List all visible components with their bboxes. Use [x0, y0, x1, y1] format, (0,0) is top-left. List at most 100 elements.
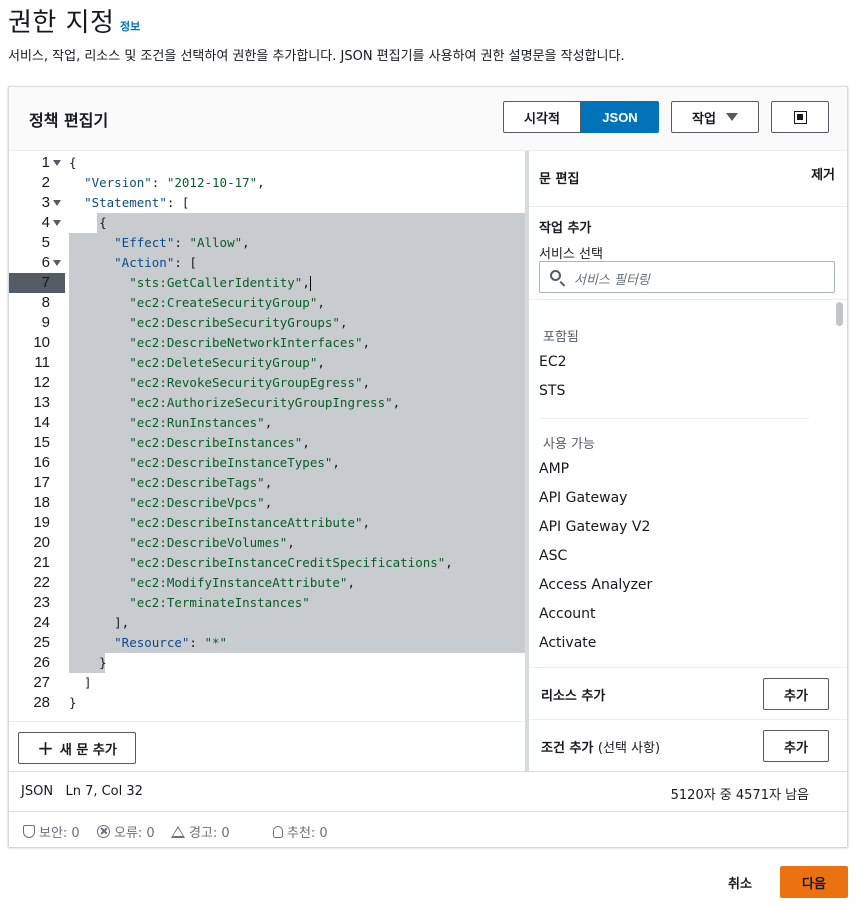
- code-line[interactable]: 4 {: [9, 213, 525, 233]
- code-line[interactable]: 10 "ec2:DescribeNetworkInterfaces",: [9, 333, 525, 353]
- line-number: 15: [33, 434, 50, 451]
- line-number: 5: [41, 234, 50, 251]
- service-search-input[interactable]: 서비스 필터링: [539, 261, 835, 293]
- scrollbar-thumb[interactable]: [836, 302, 843, 326]
- service-item-sts[interactable]: STS: [539, 383, 565, 399]
- add-resource-row: 리소스 추가 추가: [529, 667, 847, 719]
- cancel-button[interactable]: 취소: [718, 866, 762, 898]
- service-list[interactable]: 포함됨 EC2 STS 사용 가능 AMP API Gateway API Ga…: [529, 299, 847, 667]
- line-number: 7: [41, 274, 50, 291]
- suggestion-issues-tab[interactable]: 추천: 0: [273, 822, 328, 841]
- code-text: "Version": "2012-10-17",: [84, 175, 265, 190]
- service-item-ec2[interactable]: EC2: [539, 354, 567, 370]
- code-text: "ec2:DescribeInstanceCreditSpecification…: [129, 555, 453, 570]
- add-condition-button[interactable]: 추가: [763, 730, 829, 762]
- editor-status-bar: JSON Ln 7, Col 32 5120자 중 4571자 남음: [9, 771, 847, 811]
- code-line[interactable]: 26 }: [9, 653, 525, 673]
- fold-arrow-icon[interactable]: [53, 200, 61, 206]
- add-action-heading: 작업 추가: [539, 221, 592, 236]
- search-placeholder: 서비스 필터링: [574, 273, 650, 288]
- code-line[interactable]: 20 "ec2:DescribeVolumes",: [9, 533, 525, 553]
- status-mode: JSON: [21, 784, 54, 799]
- editor-title: 정책 편집기: [29, 111, 109, 130]
- line-number: 1: [41, 154, 50, 171]
- security-issues-tab[interactable]: 보안: 0: [23, 822, 80, 841]
- next-button[interactable]: 다음: [780, 866, 848, 898]
- add-condition-label: 조건 추가 (선택 사항): [541, 737, 660, 756]
- code-line[interactable]: 16 "ec2:DescribeInstanceTypes",: [9, 453, 525, 473]
- line-number: 21: [33, 554, 50, 571]
- code-line[interactable]: 27 ]: [9, 673, 525, 693]
- fold-arrow-icon[interactable]: [53, 260, 61, 266]
- visual-mode-button[interactable]: 시각적: [503, 101, 581, 133]
- code-text: "Action": [: [114, 255, 197, 270]
- code-line[interactable]: 21 "ec2:DescribeInstanceCreditSpecificat…: [9, 553, 525, 573]
- service-item[interactable]: Access Analyzer: [539, 577, 652, 593]
- code-line[interactable]: 6 "Action": [: [9, 253, 525, 273]
- code-line[interactable]: 24 ],: [9, 613, 525, 633]
- policy-editor-card: 정책 편집기 시각적 JSON 작업 1{2 "Version": "2012-…: [8, 86, 848, 847]
- service-item[interactable]: Activate: [539, 635, 596, 651]
- caret-down-icon: [725, 113, 738, 121]
- code-line[interactable]: 8 "ec2:CreateSecurityGroup",: [9, 293, 525, 313]
- add-resource-label: 리소스 추가: [541, 689, 606, 704]
- lightbulb-icon: [273, 825, 283, 838]
- service-item[interactable]: ASC: [539, 548, 567, 564]
- action-menu-button[interactable]: 작업: [671, 101, 759, 133]
- code-line[interactable]: 25 "Resource": "*": [9, 633, 525, 653]
- service-item[interactable]: API Gateway V2: [539, 519, 650, 535]
- code-text: "ec2:RunInstances",: [129, 415, 273, 430]
- add-resource-button[interactable]: 추가: [763, 678, 829, 710]
- service-item[interactable]: API Gateway: [539, 490, 627, 506]
- code-text: "ec2:DescribeSecurityGroups",: [129, 315, 348, 330]
- code-editor[interactable]: 1{2 "Version": "2012-10-17", 3 "Statement…: [9, 151, 525, 721]
- add-statement-label: 새 문 추가: [59, 742, 117, 758]
- search-icon: [550, 270, 561, 281]
- code-line[interactable]: 23 "ec2:TerminateInstances": [9, 593, 525, 613]
- code-line[interactable]: 12 "ec2:RevokeSecurityGroupEgress",: [9, 373, 525, 393]
- info-link[interactable]: 정보: [120, 18, 140, 34]
- service-item[interactable]: AMP: [539, 461, 569, 477]
- warning-icon: [171, 825, 185, 838]
- code-line[interactable]: 15 "ec2:DescribeInstances",: [9, 433, 525, 453]
- error-issues-tab[interactable]: 오류: 0: [97, 822, 155, 841]
- code-line[interactable]: 14 "ec2:RunInstances",: [9, 413, 525, 433]
- add-condition-optional: (선택 사항): [597, 741, 661, 756]
- code-footer: + 새 문 추가: [9, 721, 525, 771]
- code-line[interactable]: 19 "ec2:DescribeInstanceAttribute",: [9, 513, 525, 533]
- code-line[interactable]: 2 "Version": "2012-10-17",: [9, 173, 525, 193]
- code-text: }: [69, 695, 77, 710]
- code-line[interactable]: 7 "sts:GetCallerIdentity",: [9, 273, 525, 293]
- fullscreen-button[interactable]: [771, 101, 829, 133]
- add-statement-button[interactable]: + 새 문 추가: [18, 732, 136, 764]
- code-text: "ec2:DescribeInstances",: [129, 435, 310, 450]
- code-line[interactable]: 9 "ec2:DescribeSecurityGroups",: [9, 313, 525, 333]
- line-number: 10: [33, 334, 50, 351]
- fold-arrow-icon[interactable]: [53, 220, 61, 226]
- service-item[interactable]: Account: [539, 606, 596, 622]
- json-mode-button[interactable]: JSON: [581, 101, 659, 133]
- error-count: 오류: 0: [114, 826, 155, 841]
- statement-panel-title: 문 편집: [539, 172, 580, 187]
- code-line[interactable]: 22 "ec2:ModifyInstanceAttribute",: [9, 573, 525, 593]
- code-line[interactable]: 18 "ec2:DescribeVpcs",: [9, 493, 525, 513]
- action-menu-label: 작업: [692, 111, 716, 127]
- line-number: 20: [33, 534, 50, 551]
- warning-issues-tab[interactable]: 경고: 0: [171, 822, 230, 841]
- fold-arrow-icon[interactable]: [53, 160, 61, 166]
- statement-panel: 문 편집 제거 작업 추가 서비스 선택 서비스 필터링 포함됨 EC2 STS…: [529, 151, 847, 771]
- code-line[interactable]: 5 "Effect": "Allow",: [9, 233, 525, 253]
- text-cursor: [309, 276, 311, 291]
- code-line[interactable]: 17 "ec2:DescribeTags",: [9, 473, 525, 493]
- code-line[interactable]: 11 "ec2:DeleteSecurityGroup",: [9, 353, 525, 373]
- status-position: Ln 7, Col 32: [65, 784, 143, 799]
- code-text: ]: [69, 675, 92, 690]
- line-number: 17: [33, 474, 50, 491]
- code-line[interactable]: 3 "Statement": [: [9, 193, 525, 213]
- code-line[interactable]: 1{: [9, 153, 525, 173]
- code-line[interactable]: 28}: [9, 693, 525, 713]
- code-line[interactable]: 13 "ec2:AuthorizeSecurityGroupIngress",: [9, 393, 525, 413]
- remove-statement-link[interactable]: 제거: [811, 164, 835, 183]
- code-text: "ec2:CreateSecurityGroup",: [129, 295, 325, 310]
- code-text: "ec2:DescribeVolumes",: [129, 535, 295, 550]
